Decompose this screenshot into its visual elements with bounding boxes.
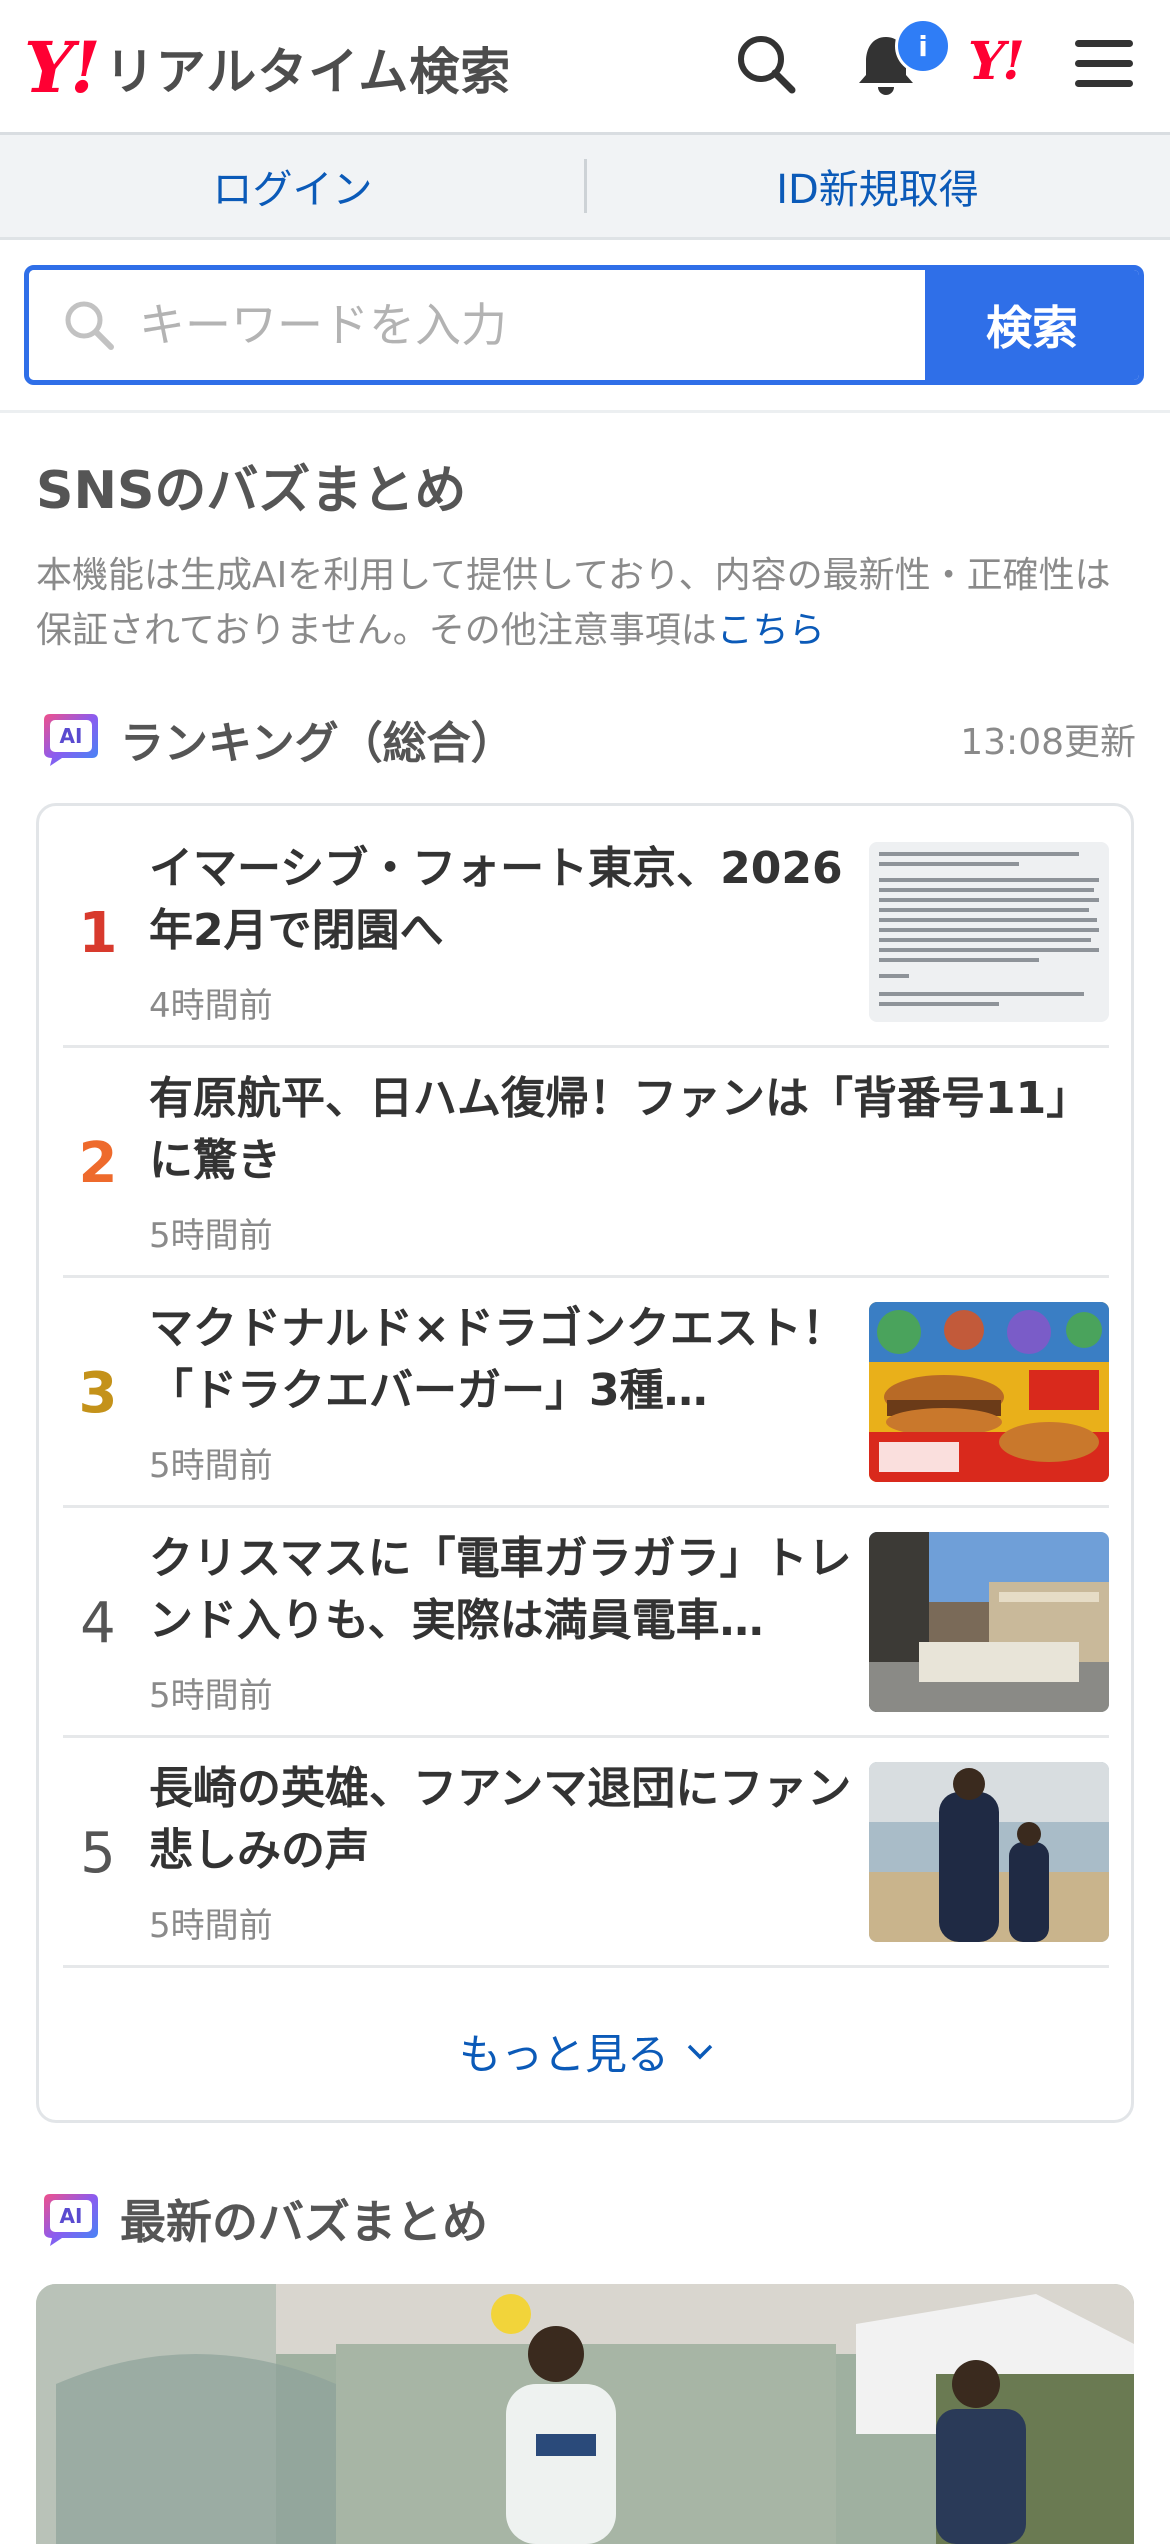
ranking-item[interactable]: 5 長崎の英雄、フアンマ退団にファン悲しみの声 5時間前 (63, 1738, 1109, 1968)
yahoo-logo-mark: Y! (24, 26, 101, 109)
ranking-updated-time: 13:08更新 (960, 722, 1136, 763)
ranking-item-time: 4時間前 (149, 986, 273, 1026)
search-field (29, 270, 925, 380)
thumbnail-image (869, 842, 1109, 1022)
ranking-item[interactable]: 2 有原航平、日ハム復帰！ファンは「背番号11」に驚き 5時間前 (63, 1048, 1109, 1278)
latest-header: AI 最新のバズまとめ (40, 2184, 488, 2254)
ranking-item-title: 有原航平、日ハム復帰！ファンは「背番号11」に驚き (149, 1073, 1091, 1186)
rank-number: 2 (78, 1130, 118, 1196)
ranking-item-title: クリスマスに「電車ガラガラ」トレンド入りも、実際は満員電車… (149, 1533, 852, 1646)
thumbnail-image (869, 1302, 1109, 1482)
account-bar: ログイン ID新規取得 (0, 135, 1170, 240)
service-name: リアルタイム検索 (104, 43, 512, 101)
search-box: 検索 (24, 265, 1144, 385)
logo[interactable]: Y! リアルタイム検索 (24, 28, 511, 108)
ranking-title: ランキング（総合） (120, 718, 515, 769)
ai-icon-label: AI (60, 724, 83, 748)
ai-notice: 本機能は生成AIを利用して提供しており、内容の最新性・正確性は保証されておりませ… (36, 548, 1136, 658)
notice-link[interactable]: こちら (717, 610, 825, 651)
app-header: Y! リアルタイム検索 i Y! (0, 0, 1170, 135)
ranking-item-time: 5時間前 (149, 1906, 273, 1946)
ranking-card: 1 イマーシブ・フォート東京、2026年2月で閉園へ 4時間前 2 有原航平、日… (36, 803, 1134, 2123)
yahoo-top-link[interactable]: Y! (968, 36, 1025, 88)
ranking-item-title: マクドナルド×ドラゴンクエスト！「ドラクエバーガー」3種… (149, 1303, 846, 1416)
hamburger-menu-icon[interactable] (1068, 28, 1140, 100)
ranking-item[interactable]: 3 マクドナルド×ドラゴンクエスト！「ドラクエバーガー」3種… 5時間前 (63, 1278, 1109, 1508)
search-field-icon (61, 297, 117, 353)
ai-icon: AI (40, 710, 102, 768)
divider (584, 159, 587, 213)
ranking-item[interactable]: 4 クリスマスに「電車ガラガラ」トレンド入りも、実際は満員電車… 5時間前 (63, 1508, 1109, 1738)
ai-icon: AI (40, 2190, 102, 2248)
ranking-item[interactable]: 1 イマーシブ・フォート東京、2026年2月で閉園へ 4時間前 (63, 818, 1109, 1048)
register-link[interactable]: ID新規取得 (585, 135, 1170, 237)
more-label: もっと見る (458, 2029, 669, 2079)
search-button[interactable]: 検索 (925, 270, 1139, 380)
ai-notice-text: 本機能は生成AIを利用して提供しており、内容の最新性・正確性は保証されておりませ… (36, 555, 1111, 651)
login-link[interactable]: ログイン (0, 135, 585, 237)
latest-feature-image[interactable] (36, 2284, 1134, 2544)
search-icon[interactable] (730, 28, 802, 100)
rank-number: 4 (80, 1590, 116, 1656)
chevron-down-icon (687, 2044, 713, 2060)
ranking-item-time: 5時間前 (149, 1216, 273, 1256)
more-link[interactable]: もっと見る (39, 1996, 1137, 2106)
ranking-item-title: イマーシブ・フォート東京、2026年2月で閉園へ (149, 843, 843, 956)
thumbnail-image (869, 1762, 1109, 1942)
ranking-item-time: 5時間前 (149, 1676, 273, 1716)
ranking-item-time: 5時間前 (149, 1446, 273, 1486)
search-input[interactable] (137, 297, 925, 353)
section-separator (0, 410, 1170, 413)
thumbnail-image (869, 1532, 1109, 1712)
ai-icon-label: AI (60, 2204, 83, 2228)
section-title: SNSのバズまとめ (36, 461, 467, 521)
rank-number: 3 (78, 1360, 118, 1426)
latest-title: 最新のバズまとめ (120, 2195, 488, 2249)
rank-number: 5 (80, 1820, 116, 1886)
ranking-header: AI ランキング（総合） 13:08更新 (40, 704, 1136, 774)
rank-number: 1 (78, 900, 118, 966)
notification-badge[interactable]: i (895, 18, 951, 74)
ranking-item-title: 長崎の英雄、フアンマ退団にファン悲しみの声 (149, 1763, 852, 1876)
